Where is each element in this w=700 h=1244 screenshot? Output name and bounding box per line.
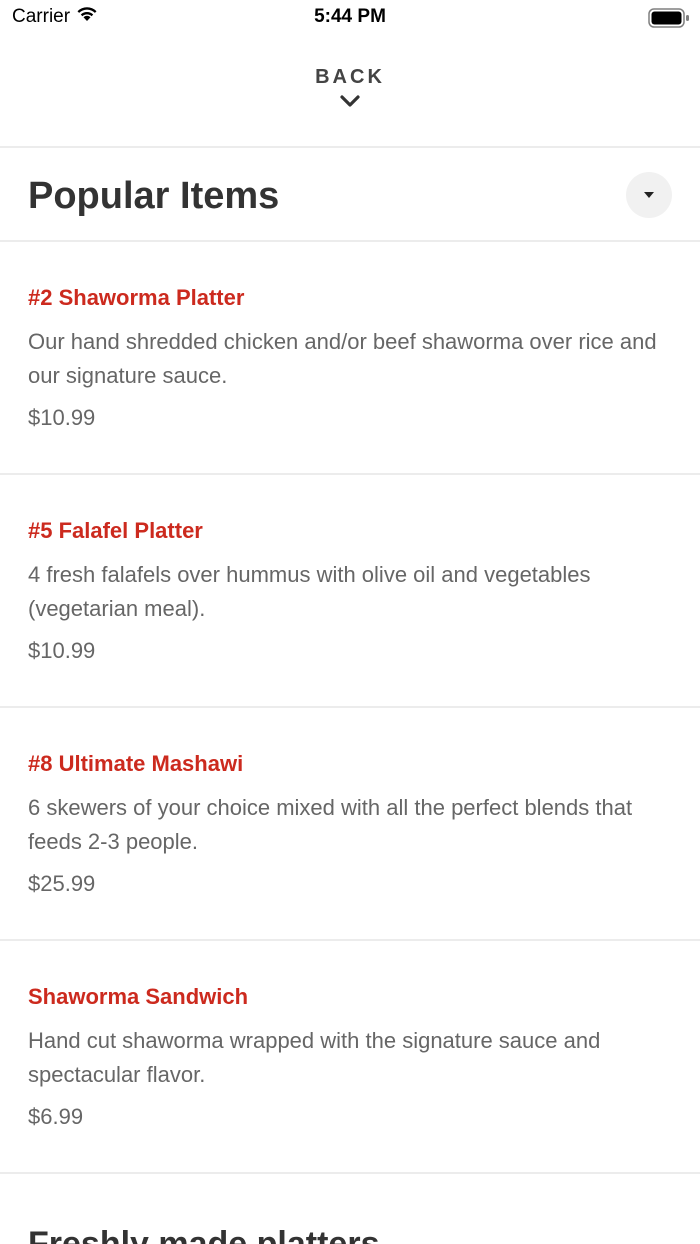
item-name: #2 Shaworma Platter <box>28 285 245 310</box>
menu-item[interactable]: #8 Ultimate Mashawi 6 skewers of your ch… <box>0 707 700 940</box>
item-description: Hand cut shaworma wrapped with the signa… <box>28 1028 601 1087</box>
item-price: $10.99 <box>28 638 96 663</box>
item-name: Shaworma Sandwich <box>28 984 249 1009</box>
back-button[interactable]: BACK <box>0 62 700 132</box>
menu-item[interactable]: #2 Shaworma Platter Our hand shredded ch… <box>0 241 700 474</box>
battery-icon <box>648 8 690 28</box>
status-bar: Carrier 5:44 PM <box>0 0 700 36</box>
clock: 5:44 PM <box>314 6 386 27</box>
item-name: #8 Ultimate Mashawi <box>28 751 244 776</box>
header-divider <box>0 146 700 148</box>
caret-down-icon <box>643 186 655 204</box>
item-description: 4 fresh falafels over hummus with olive … <box>28 562 591 621</box>
menu-item[interactable]: #5 Falafel Platter 4 fresh falafels over… <box>0 474 700 707</box>
next-section-title: Freshly made platters <box>28 1225 380 1244</box>
section-title: Popular Items <box>28 175 280 217</box>
item-price: $6.99 <box>28 1104 84 1129</box>
item-price: $25.99 <box>28 871 96 896</box>
chevron-down-icon <box>339 94 361 113</box>
back-label: BACK <box>315 66 385 88</box>
item-description: Our hand shredded chicken and/or beef sh… <box>28 329 657 388</box>
menu-item[interactable]: Shaworma Sandwich Hand cut shaworma wrap… <box>0 940 700 1173</box>
item-name: #5 Falafel Platter <box>28 518 203 543</box>
item-description: 6 skewers of your choice mixed with all … <box>28 795 633 854</box>
item-price: $10.99 <box>28 405 96 430</box>
section-dropdown-button[interactable] <box>626 172 672 218</box>
item-divider <box>0 1172 700 1174</box>
menu-screen: Carrier 5:44 PM BACK Popular Items #2 Sh… <box>0 0 700 1244</box>
